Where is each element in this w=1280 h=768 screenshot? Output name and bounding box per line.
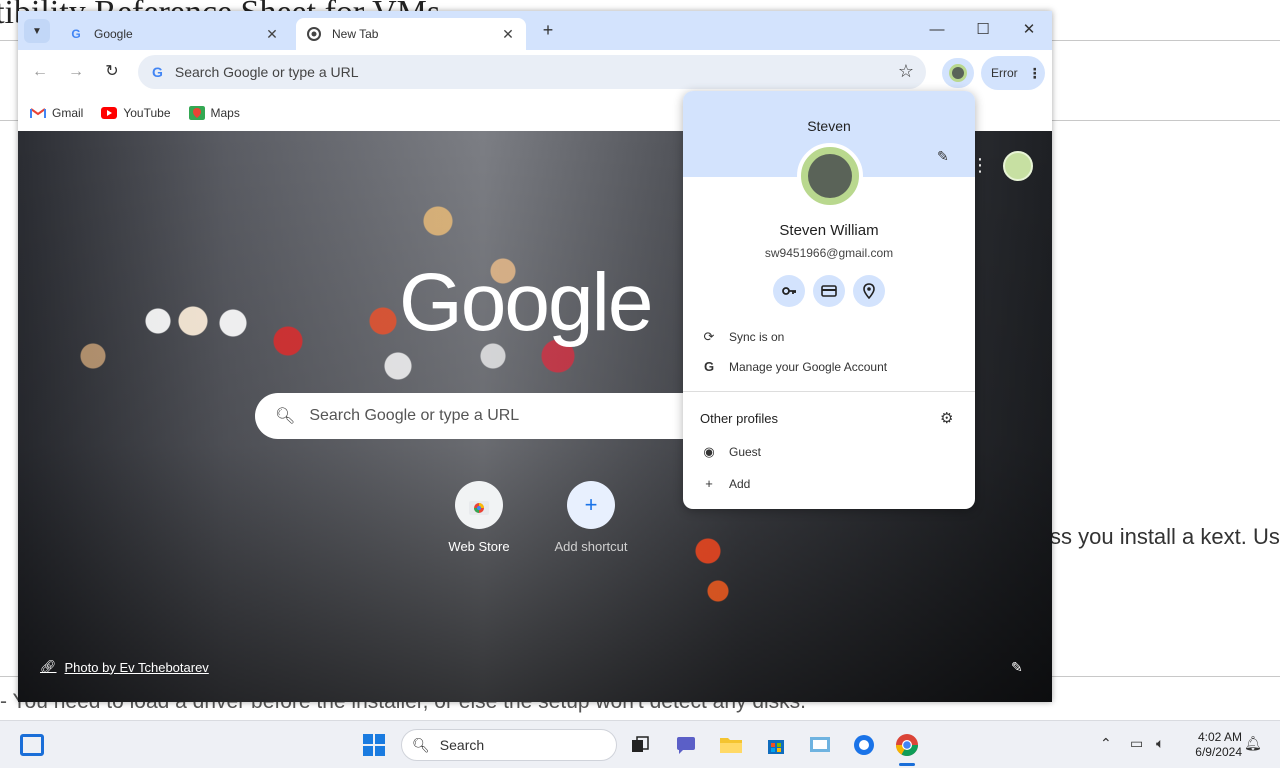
file-explorer-icon[interactable] <box>717 731 745 759</box>
link-icon: 🔗︎ <box>40 659 57 674</box>
tab-strip: ▼ G Google ✕ New Tab ✕ + — ☐ ✕ <box>18 11 1052 50</box>
ntp-avatar[interactable] <box>1003 151 1033 181</box>
guest-avatar-icon: ◉ <box>703 444 715 459</box>
tab-google[interactable]: G Google ✕ <box>58 18 290 50</box>
avatar-icon <box>949 64 967 82</box>
photo-credit-link[interactable]: 🔗︎ Photo by Ev Tchebotarev <box>40 659 209 675</box>
shortcut-web-store[interactable]: Web Store <box>434 481 524 554</box>
manage-account-label: Manage your Google Account <box>729 359 888 374</box>
clock-time: 4:02 AM <box>1197 730 1242 744</box>
close-icon[interactable]: ✕ <box>500 26 516 43</box>
clock[interactable]: 4:02 AM 6/9/2024 <box>1184 730 1242 760</box>
close-icon[interactable]: ✕ <box>264 26 280 43</box>
chevron-down-icon: ▼ <box>32 25 42 37</box>
bookmark-maps[interactable]: Maps <box>188 105 240 120</box>
notification-bell-icon[interactable]: 🔔︎ <box>1244 735 1262 752</box>
network-icon[interactable]: ▭ <box>1130 735 1143 752</box>
location-pin-icon[interactable] <box>853 275 885 307</box>
profile-avatar <box>797 143 863 209</box>
google-g-icon: G <box>703 359 715 374</box>
close-window-button[interactable]: ✕ <box>1006 19 1052 43</box>
tab-label: Google <box>94 27 133 41</box>
reload-button[interactable]: ↻ <box>102 62 122 82</box>
plus-icon: + <box>567 481 615 529</box>
password-key-icon[interactable] <box>773 275 805 307</box>
toolbar: ← → ↻ G Search Google or type a URL ☆ Er… <box>18 50 1052 94</box>
background-paragraph-text: ss you install a kext. Us <box>1050 524 1280 549</box>
profile-avatar-button[interactable] <box>942 58 974 88</box>
browser-app-icon[interactable] <box>850 731 878 759</box>
add-label: Add <box>729 476 751 491</box>
guest-profile-item[interactable]: ◉ Guest <box>701 444 761 460</box>
divider <box>683 391 975 392</box>
photo-credit-text: Photo by Ev Tchebotarev <box>64 659 209 675</box>
taskbar-search[interactable]: 🔍︎ Search <box>401 729 617 761</box>
address-bar[interactable]: G Search Google or type a URL ☆ <box>138 55 926 89</box>
payment-card-icon[interactable] <box>813 275 845 307</box>
profile-full-name: Steven William <box>779 222 879 239</box>
manage-account-item[interactable]: G Manage your Google Account <box>701 359 887 374</box>
control-panel-icon[interactable] <box>806 731 834 759</box>
microsoft-store-icon[interactable] <box>762 731 790 759</box>
start-button[interactable] <box>363 734 385 756</box>
profile-menu: Steven ✎ Steven William sw9451966@gmail.… <box>683 91 975 509</box>
tab-search-button[interactable]: ▼ <box>24 19 50 43</box>
guest-label: Guest <box>729 445 762 459</box>
address-bar-placeholder: Search Google or type a URL <box>174 64 359 80</box>
task-view-icon[interactable] <box>626 731 654 759</box>
error-label: Error <box>991 66 1018 80</box>
sync-icon: ⟳ <box>703 329 715 344</box>
bookmark-gmail[interactable]: Gmail <box>30 106 83 120</box>
google-logo: Google <box>399 257 653 348</box>
back-button[interactable]: ← <box>30 62 50 82</box>
shortcut-add[interactable]: + Add shortcut <box>546 481 636 554</box>
shortcut-label: Add shortcut <box>554 539 628 554</box>
forward-button[interactable]: → <box>66 62 86 82</box>
kebab-menu-icon: ⋮ <box>1027 64 1042 81</box>
ntp-search-placeholder: Search Google or type a URL <box>309 407 520 424</box>
youtube-icon <box>101 106 118 119</box>
add-profile-item[interactable]: + Add <box>701 476 750 491</box>
chrome-taskbar-icon[interactable] <box>893 731 921 759</box>
edit-pencil-icon[interactable]: ✎ <box>937 148 949 165</box>
teams-chat-icon[interactable] <box>672 731 700 759</box>
bookmark-star-icon[interactable]: ☆ <box>898 61 914 82</box>
active-app-indicator <box>899 763 915 766</box>
bookmark-label: YouTube <box>123 105 171 120</box>
error-menu-button[interactable]: Error ⋮ <box>981 56 1045 90</box>
volume-icon[interactable]: 🔈︎ <box>1156 735 1164 752</box>
new-tab-button[interactable]: + <box>537 20 559 42</box>
bookmark-label: Maps <box>210 105 240 120</box>
plus-icon: + <box>705 476 713 491</box>
web-store-icon <box>455 481 503 529</box>
google-g-icon: G <box>152 64 163 80</box>
ntp-search-box[interactable]: 🔍︎ Search Google or type a URL <box>255 393 685 439</box>
tab-new-tab[interactable]: New Tab ✕ <box>296 18 526 50</box>
taskbar-search-label: Search <box>439 737 485 753</box>
windows-taskbar: 🔍︎ Search ⌃ ▭ 🔈︎ 4:02 AM 6/9/2024 🔔︎ <box>0 720 1280 768</box>
profile-header-name: Steven <box>807 118 851 134</box>
tab-label: New Tab <box>332 27 379 41</box>
search-icon: 🔍︎ <box>275 408 296 425</box>
search-icon: 🔍︎ <box>412 736 430 753</box>
bookmark-label: Gmail <box>52 105 84 120</box>
sync-status-item[interactable]: ⟳ Sync is on <box>701 329 785 345</box>
chevron-up-icon[interactable]: ⌃ <box>1100 735 1112 752</box>
other-profiles-heading: Other profiles <box>700 411 779 426</box>
gmail-icon <box>30 107 46 118</box>
gear-icon[interactable]: ⚙ <box>940 409 953 427</box>
bookmark-youtube[interactable]: YouTube <box>101 105 171 120</box>
widgets-icon[interactable] <box>20 734 44 756</box>
minimize-button[interactable]: — <box>914 19 960 43</box>
customize-pencil-icon[interactable]: ✎ <box>1011 659 1023 676</box>
profile-quick-actions <box>773 275 893 307</box>
sync-label: Sync is on <box>729 330 785 344</box>
profile-email: sw9451966@gmail.com <box>764 246 894 260</box>
chrome-icon <box>306 26 322 42</box>
shortcut-label: Web Store <box>448 539 510 554</box>
clock-date: 6/9/2024 <box>1195 745 1242 759</box>
maps-icon <box>188 105 205 120</box>
maximize-button[interactable]: ☐ <box>960 19 1006 43</box>
google-g-icon: G <box>71 27 81 41</box>
